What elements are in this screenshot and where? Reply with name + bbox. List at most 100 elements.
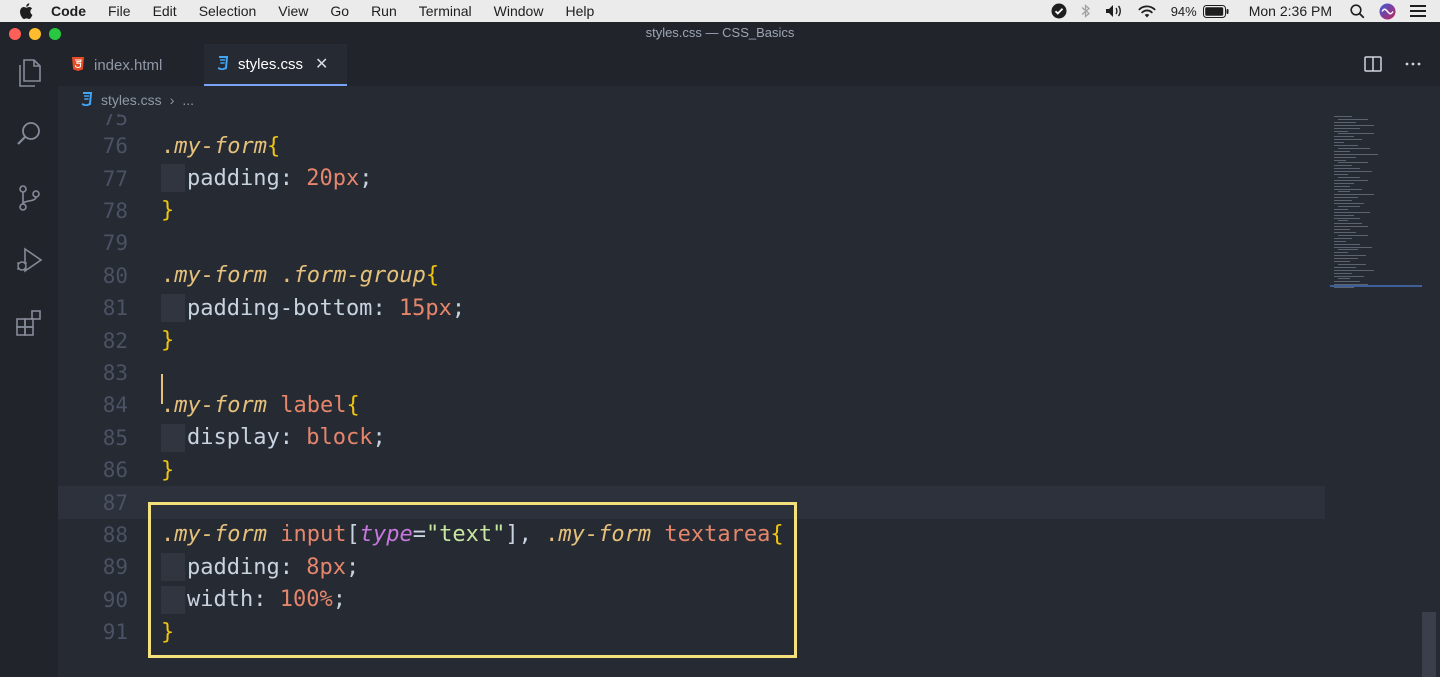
minimap-line (1334, 229, 1350, 231)
battery-percent: 94% (1170, 3, 1197, 19)
code-token: 8px (306, 554, 346, 580)
code-text: } (161, 198, 174, 223)
wifi-icon[interactable] (1137, 4, 1157, 19)
apple-logo-icon[interactable] (19, 3, 39, 19)
code-line[interactable]: 85 display: block; (58, 422, 1325, 454)
minimap-line (1334, 124, 1374, 126)
minimap-line (1338, 162, 1368, 164)
menu-selection[interactable]: Selection (199, 3, 257, 19)
menubar-clock[interactable]: Mon 2:36 PM (1249, 3, 1332, 19)
code-text: display: block; (187, 425, 386, 450)
breadcrumb-file[interactable]: styles.css (101, 92, 162, 108)
spotlight-search-icon[interactable] (1350, 3, 1365, 19)
code-line[interactable]: 76 .my-form{ (58, 130, 1325, 162)
code-token: [ (346, 522, 360, 548)
minimap-line (1334, 261, 1350, 262)
code-line[interactable]: 89 padding: 8px; (58, 551, 1325, 583)
menu-help[interactable]: Help (565, 3, 594, 19)
minimap-line (1338, 133, 1374, 135)
code-line[interactable]: 78} (58, 195, 1325, 227)
code-line[interactable]: 79 (58, 227, 1325, 259)
code-line[interactable]: 83 (58, 357, 1325, 389)
indent-guide (161, 294, 185, 322)
close-window-button[interactable] (9, 28, 21, 40)
siri-icon[interactable] (1379, 3, 1396, 20)
more-actions-icon[interactable] (1404, 56, 1422, 77)
code-text: padding: 8px; (187, 555, 359, 580)
menu-window[interactable]: Window (494, 3, 544, 19)
code-token: block (306, 425, 373, 451)
code-line[interactable]: 82} (58, 324, 1325, 356)
split-editor-icon[interactable] (1364, 56, 1382, 77)
code-token: my-form (558, 522, 652, 548)
menu-go[interactable]: Go (330, 3, 349, 19)
minimap-line (1338, 263, 1366, 265)
code-line[interactable]: 80 .my-form .form-group{ (58, 260, 1325, 292)
code-text: .my-form input[type="text"], .my-form te… (161, 522, 784, 547)
code-text: .my-form .form-group{ (161, 263, 439, 288)
control-center-icon[interactable] (1410, 4, 1426, 18)
volume-icon[interactable] (1105, 4, 1123, 18)
minimap-line (1334, 258, 1358, 260)
extensions-icon[interactable] (14, 308, 44, 338)
minimap-line (1334, 197, 1358, 199)
code-text: } (161, 328, 174, 353)
breadcrumb-more[interactable]: ... (182, 92, 194, 108)
code-token: : (279, 554, 307, 580)
indent-guide (161, 553, 185, 582)
code-line[interactable]: 87 (58, 486, 1325, 519)
code-token: ; (345, 554, 360, 580)
minimap-line (1334, 226, 1368, 228)
minimap[interactable] (1330, 114, 1430, 294)
minimize-window-button[interactable] (29, 28, 41, 40)
code-line[interactable]: 90 width: 100%; (58, 584, 1325, 616)
code-token: . (161, 522, 175, 548)
zoom-window-button[interactable] (49, 28, 61, 40)
close-tab-icon[interactable]: ✕ (315, 54, 328, 74)
vertical-scrollbar[interactable] (1422, 612, 1436, 677)
tab-styles-css[interactable]: styles.css ✕ (204, 44, 347, 86)
line-number: 90 (102, 587, 128, 612)
bluetooth-icon[interactable] (1081, 3, 1091, 19)
tab-label: styles.css (238, 55, 304, 73)
menu-run[interactable]: Run (371, 3, 397, 19)
minimap-line (1334, 211, 1370, 213)
code-token: : (253, 587, 280, 613)
css3-icon (216, 55, 229, 73)
menu-terminal[interactable]: Terminal (419, 3, 472, 19)
chevron-right-icon: › (169, 92, 175, 108)
menu-edit[interactable]: Edit (153, 3, 177, 19)
minimap-line (1334, 136, 1354, 138)
code-line[interactable]: 77 padding: 20px; (58, 162, 1325, 194)
battery-icon[interactable] (1202, 4, 1229, 18)
code-token: 100% (279, 587, 333, 613)
checkmark-shield-icon[interactable] (1051, 3, 1067, 19)
minimap-line (1334, 139, 1362, 141)
tab-index-html[interactable]: index.html (72, 44, 162, 86)
code-token: } (161, 457, 175, 483)
code-line[interactable]: 86} (58, 454, 1325, 486)
source-control-icon[interactable] (14, 183, 44, 213)
menu-view[interactable]: View (278, 3, 308, 19)
minimap-line (1334, 153, 1378, 155)
code-editor[interactable]: 75 76 .my-form{77 padding: 20px; 78} 79 80 .my… (58, 114, 1440, 677)
search-icon[interactable] (14, 119, 44, 149)
minimap-line (1338, 147, 1370, 149)
code-token: ], (505, 522, 546, 548)
explorer-files-icon[interactable] (14, 58, 44, 88)
line-number: 75 (102, 114, 128, 131)
menu-app-name[interactable]: Code (51, 3, 86, 19)
line-number: 84 (102, 393, 128, 418)
line-number: 88 (102, 522, 128, 547)
line-number: 85 (102, 425, 128, 450)
minimap-line (1338, 249, 1358, 251)
run-debug-icon[interactable] (14, 245, 44, 275)
code-line[interactable]: 88 .my-form input[type="text"], .my-form … (58, 519, 1325, 551)
minimap-line (1334, 142, 1344, 144)
code-line[interactable]: 81 padding-bottom: 15px; (58, 292, 1325, 324)
code-text: padding: 20px; (187, 166, 372, 191)
menu-file[interactable]: File (108, 3, 131, 19)
code-line[interactable]: 91} (58, 616, 1325, 648)
code-line[interactable]: 84 .my-form label{ (58, 389, 1325, 421)
